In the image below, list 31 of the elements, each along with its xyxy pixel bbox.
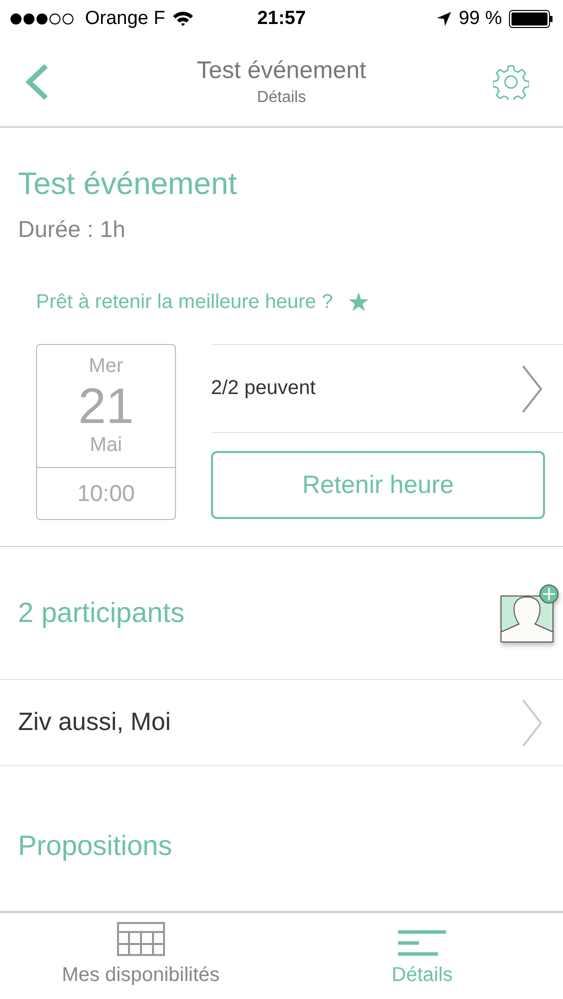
date-weekday: Mer (88, 355, 124, 378)
tab[interactable]: Détails (282, 913, 563, 999)
tab[interactable]: Mes disponibilités (0, 913, 282, 999)
star-icon: ★ (346, 287, 370, 318)
event-title: Test événement (18, 166, 238, 202)
calendar-icon (116, 922, 165, 956)
participants-names: Ziv aussi, Moi (18, 708, 171, 737)
availability-row[interactable]: 2/2 peuvent (211, 344, 563, 433)
list-icon (398, 930, 446, 956)
proposals-title: Propositions (17, 829, 174, 862)
chevron-icon (521, 698, 543, 748)
nav-subtitle: Détails (257, 89, 306, 107)
participants-title: 2 participants (18, 597, 185, 629)
best-time-prompt: Prêt à retenir la meilleure heure ? (36, 291, 333, 314)
event-duration: Durée : 1h (18, 216, 126, 243)
battery-icon (509, 10, 553, 28)
carrier-name: Orange F (85, 8, 166, 30)
participants-row[interactable]: Ziv aussi, Moi (0, 680, 563, 766)
retain-time-button[interactable]: Retenir heure (211, 451, 545, 519)
chevron-icon (521, 364, 543, 414)
date-time: 10:00 (76, 479, 136, 508)
settings-icon[interactable] (493, 64, 529, 100)
back-icon[interactable] (24, 64, 50, 100)
location-arrow-icon (436, 11, 452, 27)
date-month: Mai (90, 434, 122, 457)
nav-title: Test événement (196, 57, 366, 85)
clock-time: 21:57 (257, 8, 306, 30)
availability-text: 2/2 peuvent (211, 377, 316, 400)
date-day: 21 (78, 378, 134, 434)
battery-percent: 99 % (458, 8, 502, 30)
wifi-icon (172, 11, 194, 27)
